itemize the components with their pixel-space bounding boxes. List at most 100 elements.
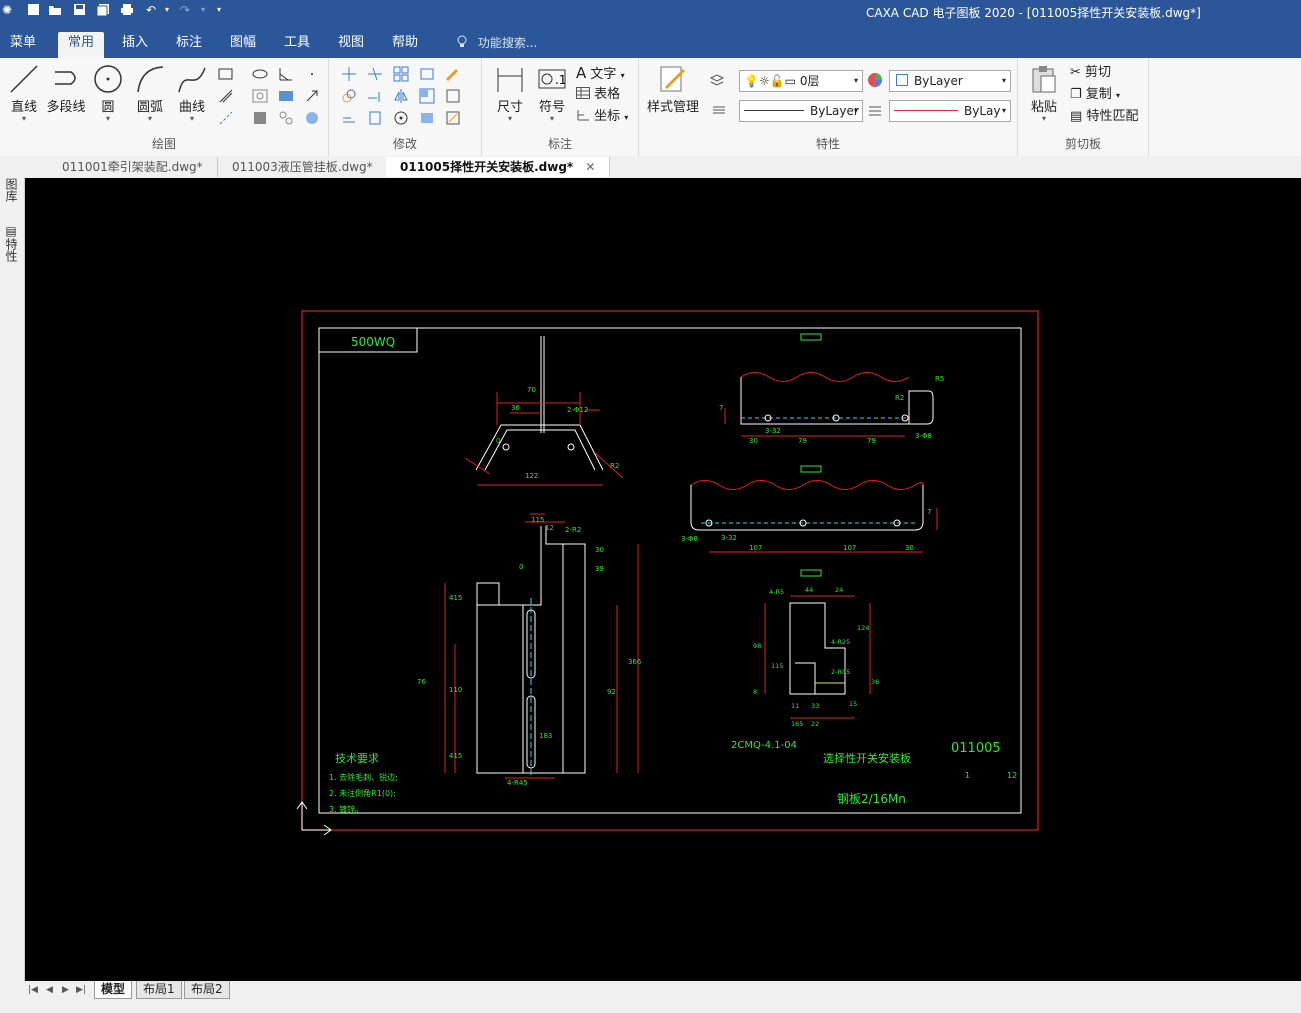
layout-tab-model[interactable]: 模型	[94, 981, 133, 999]
arc-button[interactable]: 圆弧 ▾	[128, 62, 172, 126]
parallel-line-icon[interactable]	[218, 88, 234, 104]
print-icon[interactable]	[120, 3, 134, 17]
undo-icon[interactable]: ↶	[144, 3, 158, 17]
tech-req-title: 技术要求	[335, 752, 379, 765]
table-draw-icon[interactable]	[278, 88, 294, 104]
line-button[interactable]: 直线 ▾	[2, 62, 46, 126]
close-tab-icon[interactable]: ✕	[585, 160, 595, 174]
lineweight-select[interactable]: ByLay ▾	[889, 100, 1011, 122]
tab-tools[interactable]: 工具	[274, 32, 320, 58]
svg-text:0: 0	[519, 563, 523, 571]
tab-frame[interactable]: 图幅	[220, 32, 266, 58]
linetype-select[interactable]: ByLayer ▾	[739, 100, 863, 122]
next-layout-icon[interactable]: ▶	[62, 985, 69, 995]
group-modify-label: 修改	[392, 137, 417, 151]
style-manage-button[interactable]: 样式管理	[645, 62, 701, 126]
mirror-icon[interactable]	[393, 88, 409, 104]
side-tab-properties[interactable]: ▤特性	[4, 224, 20, 262]
section-mark-3	[800, 569, 822, 577]
explode-icon[interactable]	[367, 110, 383, 126]
app-logo-icon[interactable]: ✺	[0, 3, 14, 17]
layout-tab-layout2[interactable]: 布局2	[184, 981, 230, 999]
point-icon[interactable]	[304, 66, 320, 82]
linetype-scale-icon[interactable]	[711, 102, 727, 118]
doc-tab-011003[interactable]: 011003液压管挂板.dwg*	[218, 157, 388, 177]
boundary-icon[interactable]	[252, 110, 268, 126]
match-properties-button[interactable]: ▤ 特性匹配	[1070, 108, 1138, 126]
svg-text:30: 30	[749, 437, 758, 445]
tab-help[interactable]: 帮助	[382, 32, 428, 58]
svg-text:0: 0	[496, 437, 500, 445]
layer-select[interactable]: 💡☼🔓▭ 0层 ▾	[739, 70, 863, 92]
tab-insert[interactable]: 插入	[112, 32, 158, 58]
save-icon[interactable]	[72, 3, 86, 17]
cut-button[interactable]: ✂ 剪切	[1070, 64, 1111, 82]
block-icon[interactable]	[278, 110, 294, 126]
layout-tab-layout1[interactable]: 布局1	[136, 981, 182, 999]
rotate-icon[interactable]	[393, 110, 409, 126]
tab-common[interactable]: 常用	[58, 32, 105, 58]
svg-text:4-R45: 4-R45	[507, 779, 528, 787]
last-layout-icon[interactable]: ▶|	[76, 985, 86, 995]
hatch-icon[interactable]	[252, 88, 268, 104]
doc-tab-011005[interactable]: 011005择性开关安装板.dwg* ✕	[386, 157, 611, 177]
svg-text:39: 39	[595, 565, 604, 573]
save-all-icon[interactable]	[96, 3, 110, 17]
customize-qat-icon[interactable]: ▾	[212, 3, 226, 17]
redo-icon[interactable]: ↷	[178, 3, 192, 17]
new-file-icon[interactable]	[26, 3, 40, 17]
svg-text:36: 36	[871, 678, 879, 686]
view-top-right	[724, 372, 934, 437]
symbol-button[interactable]: .1 符号 ▾	[530, 62, 574, 126]
rectangle-icon[interactable]	[218, 66, 234, 82]
function-search[interactable]: 功能搜索...	[456, 34, 537, 51]
undo-dropdown-icon[interactable]: ▾	[160, 3, 174, 17]
polyline-button[interactable]: 多段线	[44, 62, 88, 126]
paste-button[interactable]: 粘贴 ▾	[1022, 62, 1066, 126]
offset-icon[interactable]	[341, 110, 357, 126]
angle-line-icon[interactable]	[278, 66, 294, 82]
drawing-canvas[interactable]: 500WQ 70 36 2-Φ12 0 122 R2 R5 R2 7 30 79…	[25, 178, 1301, 981]
ellipse-icon[interactable]	[252, 66, 268, 82]
centerline-icon[interactable]	[218, 110, 234, 126]
svg-text:4-R25: 4-R25	[831, 638, 850, 646]
svg-text:3-Φ8: 3-Φ8	[681, 535, 698, 543]
chevron-down-icon: ▾	[1001, 106, 1006, 115]
first-layout-icon[interactable]: |◀	[28, 985, 38, 995]
svg-text:15: 15	[849, 700, 857, 708]
redo-dropdown-icon[interactable]: ▾	[196, 3, 210, 17]
doc-tab-011001[interactable]: 011001牵引架装配.dwg*	[48, 157, 218, 177]
lineweight-icon[interactable]	[867, 102, 883, 118]
move-icon[interactable]	[341, 66, 357, 82]
prev-layout-icon[interactable]: ◀	[46, 985, 53, 995]
image-insert-icon[interactable]	[304, 110, 320, 126]
break-icon[interactable]	[445, 88, 461, 104]
color-wheel-icon[interactable]	[867, 72, 883, 88]
coordinate-button[interactable]: 坐标 ▾	[576, 108, 628, 126]
fillet-icon[interactable]	[419, 66, 435, 82]
color-select[interactable]: ByLayer ▾	[889, 70, 1011, 92]
scale-icon[interactable]	[419, 88, 435, 104]
trim-icon[interactable]	[367, 66, 383, 82]
svg-text:R5: R5	[935, 375, 944, 383]
tab-menu[interactable]: 菜单	[0, 32, 46, 58]
open-file-icon[interactable]	[48, 3, 62, 17]
tab-annotate[interactable]: 标注	[166, 32, 212, 58]
array-icon[interactable]	[393, 66, 409, 82]
curve-button[interactable]: 曲线 ▾	[170, 62, 214, 126]
extend-icon[interactable]	[367, 88, 383, 104]
tab-view[interactable]: 视图	[328, 32, 374, 58]
svg-text:2-R05: 2-R05	[831, 668, 850, 676]
layout-bar: |◀ ◀ ▶ ▶| 模型 布局1 布局2	[0, 981, 1301, 1013]
dimension-button[interactable]: 尺寸 ▾	[488, 62, 532, 126]
properties-edit-icon[interactable]	[445, 110, 461, 126]
arrow-icon[interactable]	[304, 88, 320, 104]
circle-button[interactable]: 圆 ▾	[86, 62, 130, 126]
brush-icon[interactable]	[445, 66, 461, 82]
layer-manager-icon[interactable]	[709, 72, 725, 88]
stretch-icon[interactable]	[419, 110, 435, 126]
text-button[interactable]: A 文字 ▾	[576, 64, 625, 82]
table-button[interactable]: 表格	[576, 86, 620, 104]
copy-button[interactable]: ❐ 复制 ▾	[1070, 86, 1120, 104]
copy-move-icon[interactable]	[341, 88, 357, 104]
